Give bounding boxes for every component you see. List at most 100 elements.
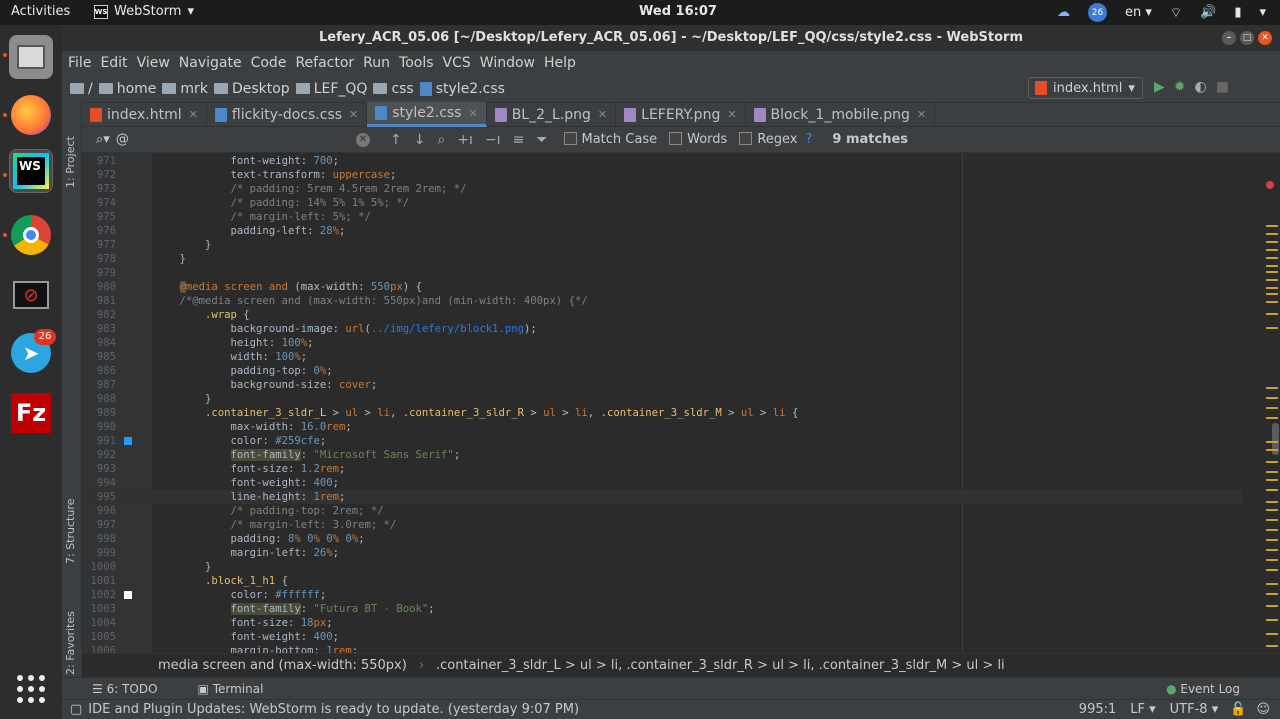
code-line[interactable]: 998 padding: 8% 0% 0% 0%; (82, 532, 1242, 546)
filezilla-icon[interactable]: Fz (9, 391, 53, 435)
close-icon[interactable]: ✕ (189, 108, 198, 121)
nav-file[interactable]: style2.css (419, 81, 505, 97)
words-checkbox[interactable]: Words (669, 132, 727, 147)
line-code[interactable]: /*@media screen and (max-width: 550px)an… (154, 294, 588, 308)
search-match-marker[interactable] (1266, 271, 1278, 273)
battery-icon[interactable]: ▮ (1234, 5, 1241, 20)
language-indicator[interactable]: en ▾ (1125, 5, 1152, 20)
file-encoding[interactable]: UTF-8 ▾ (1170, 702, 1219, 717)
search-match-marker[interactable] (1266, 509, 1278, 511)
search-match-marker[interactable] (1266, 417, 1278, 419)
search-match-marker[interactable] (1266, 559, 1278, 561)
chrome-icon[interactable] (9, 213, 53, 257)
remove-selection-icon[interactable]: −ı (485, 132, 501, 148)
breadcrumb-item[interactable]: .container_3_sldr_L > ul > li, .containe… (436, 658, 1005, 673)
color-swatch-icon[interactable] (124, 591, 132, 599)
nav-crumb[interactable]: css (373, 81, 414, 97)
search-match-marker[interactable] (1266, 257, 1278, 259)
tab-block-1-mobile-png[interactable]: Block_1_mobile.png ✕ (746, 102, 936, 127)
stop-icon[interactable]: ■ (1216, 79, 1229, 95)
line-code[interactable]: font-weight: 400; (154, 630, 339, 644)
close-icon[interactable]: ✕ (917, 108, 926, 121)
match-case-checkbox[interactable]: Match Case (563, 132, 657, 147)
close-icon[interactable]: ✕ (598, 108, 607, 121)
code-line[interactable]: 984 height: 100%; (82, 336, 1242, 350)
line-number[interactable]: 1006 (82, 644, 116, 653)
notification-badge[interactable]: 26 (1087, 3, 1107, 22)
search-match-marker[interactable] (1266, 279, 1278, 281)
line-number[interactable]: 997 (82, 518, 116, 532)
breadcrumb-item[interactable]: media screen and (max-width: 550px) (158, 658, 407, 673)
menu-navigate[interactable]: Navigate (179, 55, 242, 71)
tab-flickity-docs-css[interactable]: flickity-docs.css ✕ (207, 102, 368, 127)
status-message[interactable]: IDE and Plugin Updates: WebStorm is read… (88, 702, 579, 717)
code-line[interactable]: 979 (82, 266, 1242, 280)
search-match-marker[interactable] (1266, 225, 1278, 227)
line-code[interactable]: font-family: "Microsoft Sans Serif"; (154, 448, 460, 462)
line-number[interactable]: 978 (82, 252, 116, 266)
line-number[interactable]: 976 (82, 224, 116, 238)
code-line[interactable]: 1006 margin-bottom: 1rem; (82, 644, 1242, 653)
run-configuration-select[interactable]: index.html ▾ (1028, 77, 1143, 99)
line-number[interactable]: 1003 (82, 602, 116, 616)
code-line[interactable]: 985 width: 100%; (82, 350, 1242, 364)
code-line[interactable]: 994 font-weight: 400; (82, 476, 1242, 490)
structure-tool-button[interactable]: 7: Structure (64, 499, 77, 564)
line-number[interactable]: 972 (82, 168, 116, 182)
search-match-marker[interactable] (1266, 287, 1278, 289)
line-code[interactable]: margin-left: 26%; (154, 546, 339, 560)
line-code[interactable]: line-height: 1rem; (154, 490, 346, 504)
code-line[interactable]: 1001 .block_1_h1 { (82, 574, 1242, 588)
code-editor[interactable]: 971 font-weight: 700; 972 text-transform:… (82, 153, 1280, 653)
line-separator[interactable]: LF ▾ (1130, 702, 1155, 717)
line-number[interactable]: 1002 (82, 588, 116, 602)
line-number[interactable]: 1001 (82, 574, 116, 588)
line-number[interactable]: 984 (82, 336, 116, 350)
search-match-marker[interactable] (1266, 633, 1278, 635)
line-number[interactable]: 993 (82, 462, 116, 476)
line-code[interactable]: } (154, 252, 186, 266)
search-match-marker[interactable] (1266, 461, 1278, 463)
find-all-icon[interactable]: ⌕ (437, 132, 445, 148)
add-selection-icon[interactable]: +ı (457, 132, 473, 148)
window-titlebar[interactable]: Lefery_ACR_05.06 [~/Desktop/Lefery_ACR_0… (62, 25, 1280, 51)
code-line[interactable]: 995 line-height: 1rem; (82, 490, 1242, 504)
code-line[interactable]: 992 font-family: "Microsoft Sans Serif"; (82, 448, 1242, 462)
line-number[interactable]: 983 (82, 322, 116, 336)
line-number[interactable]: 985 (82, 350, 116, 364)
search-match-marker[interactable] (1266, 441, 1278, 443)
filter-icon[interactable]: ⏷ (536, 132, 547, 148)
search-match-marker[interactable] (1266, 233, 1278, 235)
blocked-app-icon[interactable]: ⊘ (9, 273, 53, 317)
search-match-marker[interactable] (1266, 569, 1278, 571)
line-number[interactable]: 988 (82, 392, 116, 406)
line-code[interactable]: /* padding-top: 2rem; */ (154, 504, 384, 518)
search-match-marker[interactable] (1266, 489, 1278, 491)
line-code[interactable]: } (154, 560, 211, 574)
code-line[interactable]: 1002 color: #ffffff; (82, 588, 1242, 602)
minimize-button[interactable]: – (1222, 31, 1236, 45)
line-number[interactable]: 999 (82, 546, 116, 560)
search-match-marker[interactable] (1266, 241, 1278, 243)
search-match-marker[interactable] (1266, 265, 1278, 267)
error-indicator-icon[interactable] (1266, 181, 1274, 189)
clear-search-icon[interactable]: ✕ (356, 132, 370, 147)
firefox-icon[interactable] (9, 93, 53, 137)
code-line[interactable]: 999 margin-left: 26%; (82, 546, 1242, 560)
menu-window[interactable]: Window (480, 55, 535, 71)
menu-file[interactable]: File (68, 55, 91, 71)
lock-icon[interactable]: 🔓 (1230, 702, 1246, 717)
code-line[interactable]: 981 /*@media screen and (max-width: 550p… (82, 294, 1242, 308)
close-button[interactable]: ✕ (1258, 31, 1272, 45)
code-line[interactable]: 978 } (82, 252, 1242, 266)
coverage-icon[interactable]: ◐ (1195, 79, 1207, 95)
todo-tool-button[interactable]: ☰ 6: TODO (92, 682, 158, 696)
line-code[interactable]: } (154, 238, 211, 252)
event-log-button[interactable]: ● Event Log (1166, 682, 1240, 696)
activities-button[interactable]: Activities (11, 4, 70, 19)
line-code[interactable]: margin-bottom: 1rem; (154, 644, 359, 653)
search-match-marker[interactable] (1266, 593, 1278, 595)
search-icon[interactable]: ⌕▾ (96, 132, 110, 147)
line-code[interactable]: width: 100%; (154, 350, 308, 364)
menu-view[interactable]: View (137, 55, 170, 71)
